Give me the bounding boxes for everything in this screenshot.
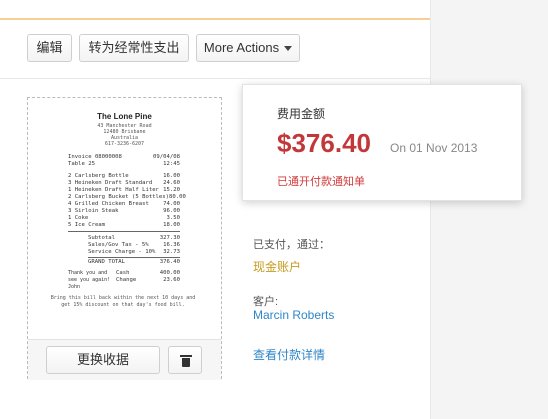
- receipt-item-name: 2 Carlsberg Bucket (5 Bottles): [68, 194, 170, 200]
- delete-receipt-button[interactable]: [168, 346, 202, 374]
- receipt-item-name: 2 Carlsberg Bottle: [68, 173, 129, 179]
- receipt-item-name: 3 Heineken Draft Standard: [68, 180, 153, 186]
- receipt-table-time: 12:45: [163, 161, 180, 167]
- receipt-cashier: John: [68, 284, 81, 290]
- receipt-invoice-label: Invoice 08000008: [68, 154, 122, 160]
- trash-lid: [180, 355, 192, 357]
- receipt-item-row: 1 Coke 3.50: [68, 215, 180, 222]
- receipt-item-name: 5 Ice Cream: [68, 222, 106, 228]
- replace-receipt-button[interactable]: 更换收据: [46, 346, 160, 374]
- receipt-item-row: 1 Heineken Draft Half Liter 15.20: [68, 187, 180, 194]
- receipt-cash-row: Cash 400.00: [116, 270, 180, 277]
- receipt-rule: [68, 231, 180, 232]
- toolbar: 编辑 转为经常性支出 More Actions: [0, 34, 430, 68]
- receipt-total-row: Service Charge - 10% 32.73: [88, 249, 180, 256]
- receipt-item-price: 18.00: [163, 222, 180, 228]
- expense-amount: $376.40: [277, 128, 371, 158]
- expense-amount-card: 费用金额 $376.40 On 01 Nov 2013 已通开付款通知单: [242, 84, 522, 201]
- expense-amount-title: 费用金额: [277, 107, 326, 121]
- receipt-thanks: Thank you and see you again! John: [68, 270, 113, 291]
- receipt-item-price: 96.00: [163, 208, 180, 214]
- paid-account-link[interactable]: 现金账户: [253, 258, 301, 275]
- receipt-item-price: 74.00: [163, 201, 180, 207]
- caret-down-icon: [284, 46, 293, 52]
- trash-can: [182, 358, 190, 367]
- toolbar-divider: [0, 78, 430, 79]
- receipt-total-row: Sales/Gov Tax - 5% 16.36: [88, 242, 180, 249]
- receipt-change-value: 23.60: [163, 277, 180, 283]
- receipt-item-price: 80.00: [169, 194, 186, 200]
- receipt-actions: 更换收据: [28, 339, 221, 380]
- trash-icon: [180, 355, 192, 367]
- receipt-invoice-date: 09/04/08: [153, 154, 180, 160]
- receipt-item-name: 1 Heineken Draft Half Liter: [68, 187, 159, 193]
- receipt-item-price: 16.00: [163, 173, 180, 179]
- receipt-total-price: 376.40: [159, 259, 180, 265]
- receipt-cash-value: 400.00: [159, 270, 180, 276]
- receipt-item-name: 3 Sirloin Steak: [68, 208, 119, 214]
- receipt-item-price: 15.20: [163, 187, 180, 193]
- receipt-change-label: Change: [116, 277, 137, 283]
- receipt-total-row: Subtotal 327.30: [88, 235, 180, 242]
- expense-detail-page: 编辑 转为经常性支出 More Actions The Lone Pine 43…: [0, 0, 431, 419]
- view-payment-details-link[interactable]: 查看付款详情: [253, 346, 325, 363]
- more-actions-button[interactable]: More Actions: [196, 34, 300, 62]
- receipt-item-row: 2 Carlsberg Bottle 16.00: [68, 173, 180, 180]
- receipt-thanks-text: Thank you and see you again!: [68, 270, 111, 283]
- receipt-item-row: 2 Carlsberg Bucket (5 Bottles) 80.00: [68, 194, 186, 201]
- receipt-change-row: Change 23.60: [116, 277, 180, 284]
- payment-notice-status: 已通开付款通知单: [277, 176, 365, 188]
- receipt-total-name: Service Charge - 10%: [88, 249, 156, 255]
- receipt-total-price: 16.36: [163, 242, 180, 248]
- receipt-cash-label: Cash: [116, 270, 130, 276]
- receipt-total-price: 32.73: [163, 249, 180, 255]
- receipt-item-name: 4 Grilled Chicken Breast: [68, 201, 149, 207]
- top-accent-bar: [0, 18, 430, 20]
- receipt-total-name: GRAND TOTAL: [88, 259, 126, 265]
- receipt-address-line: 617-3236-6207: [104, 141, 145, 147]
- receipt-invoice-row: Invoice 08000008 09/04/08: [68, 154, 180, 161]
- receipt-item-price: 3.50: [166, 215, 180, 221]
- receipt-item-price: 24.60: [163, 180, 180, 186]
- receipt-table-row: Table 25 12:45: [68, 161, 180, 168]
- edit-button[interactable]: 编辑: [27, 34, 72, 62]
- receipt-container: The Lone Pine 43 Manchester Road 12480 B…: [27, 97, 222, 380]
- receipt-item-row: 5 Ice Cream 18.00: [68, 222, 180, 229]
- receipt-item-row: 4 Grilled Chicken Breast 74.00: [68, 201, 180, 208]
- receipt-item-row: 3 Heineken Draft Standard 24.60: [68, 180, 180, 187]
- receipt-title: The Lone Pine: [97, 112, 152, 121]
- convert-to-recurring-button[interactable]: 转为经常性支出: [79, 34, 189, 62]
- expense-date: On 01 Nov 2013: [390, 141, 478, 155]
- receipt-grand-total-row: GRAND TOTAL 376.40: [88, 259, 180, 266]
- customer-link[interactable]: Marcin Roberts: [253, 308, 334, 322]
- receipt-footer: Bring this bill back within the next 10 …: [50, 295, 196, 308]
- paid-via-label: 已支付，通过：: [253, 239, 330, 251]
- receipt-rule: [88, 257, 180, 258]
- receipt-total-price: 327.30: [159, 235, 180, 241]
- receipt-item-row: 3 Sirloin Steak 96.00: [68, 208, 180, 215]
- receipt-address: 43 Manchester Road 12480 Brisbane Austra…: [28, 123, 221, 147]
- receipt-table-label: Table 25: [68, 161, 95, 167]
- receipt-item-name: 1 Coke: [68, 215, 89, 221]
- receipt-image: The Lone Pine 43 Manchester Road 12480 B…: [28, 98, 221, 338]
- receipt-total-name: Subtotal: [88, 235, 115, 241]
- more-actions-label: More Actions: [203, 40, 280, 55]
- receipt-total-name: Sales/Gov Tax - 5%: [88, 242, 149, 248]
- customer-label: 客户:: [253, 296, 279, 308]
